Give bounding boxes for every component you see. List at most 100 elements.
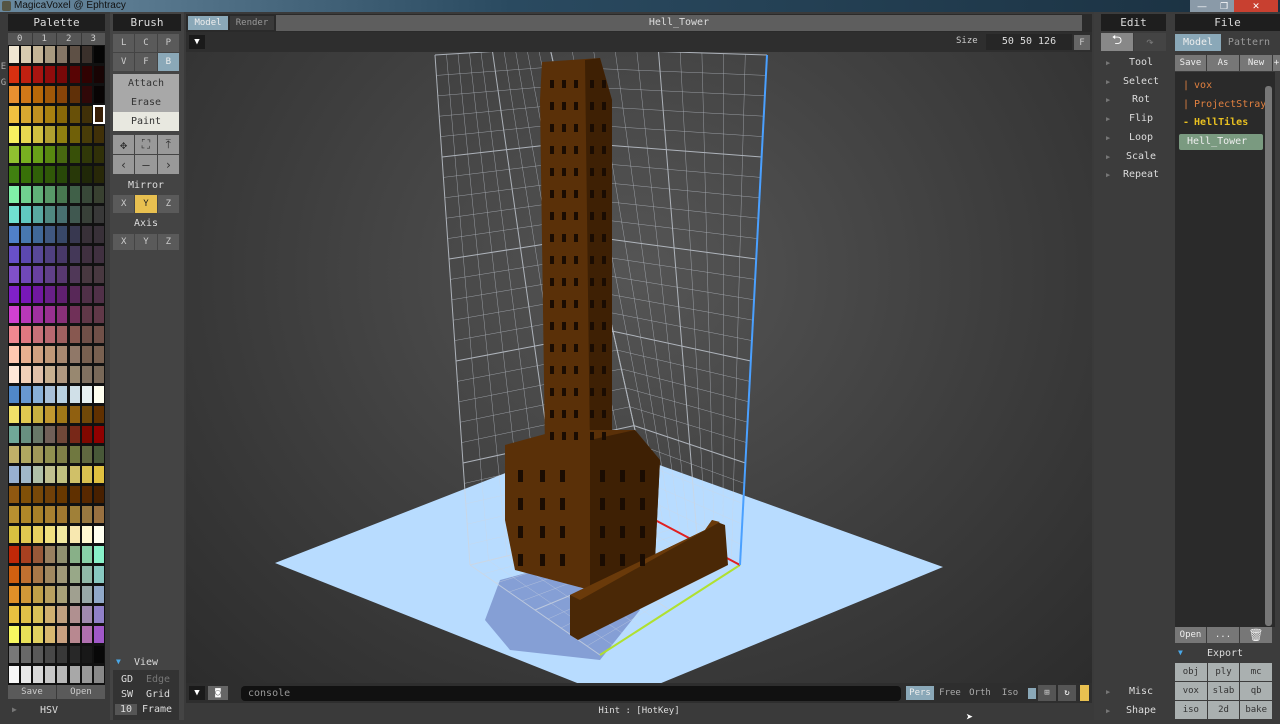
palette-swatch[interactable] (80, 305, 93, 324)
palette-swatch[interactable] (20, 265, 33, 284)
palette-swatch[interactable] (8, 665, 20, 684)
palette-swatch[interactable] (68, 625, 81, 644)
palette-swatch[interactable] (68, 45, 81, 64)
camera-pers-button[interactable]: Pers (906, 686, 934, 700)
palette-swatch[interactable] (44, 45, 57, 64)
palette-swatch[interactable] (68, 445, 81, 464)
palette-side-label-g[interactable]: G (0, 78, 7, 88)
palette-swatch[interactable] (92, 45, 105, 64)
palette-swatch[interactable] (20, 185, 33, 204)
palette-swatch[interactable] (92, 625, 105, 644)
palette-swatch[interactable] (32, 285, 45, 304)
export-bake-button[interactable]: bake (1240, 701, 1272, 719)
mirror-z-toggle[interactable]: Z (157, 195, 179, 213)
palette-swatch[interactable] (32, 425, 45, 444)
palette-swatch[interactable] (8, 405, 20, 424)
palette-swatch[interactable] (32, 125, 45, 144)
palette-swatch[interactable] (92, 485, 105, 504)
palette-swatch[interactable] (20, 345, 33, 364)
palette-swatch[interactable] (68, 125, 81, 144)
palette-page-2[interactable]: 2 (57, 33, 81, 45)
palette-swatch[interactable] (44, 465, 57, 484)
palette-swatch[interactable] (20, 405, 33, 424)
export-qb-button[interactable]: qb (1240, 682, 1272, 700)
redo-button[interactable]: ↷ (1134, 33, 1166, 51)
palette-swatch[interactable] (20, 125, 33, 144)
palette-swatch[interactable] (8, 565, 20, 584)
palette-swatch[interactable] (56, 505, 69, 524)
palette-swatch[interactable] (20, 205, 33, 224)
palette-swatch[interactable] (32, 525, 45, 544)
palette-swatch[interactable] (8, 265, 20, 284)
palette-swatch[interactable] (56, 85, 69, 104)
export-ply-button[interactable]: ply (1207, 663, 1240, 681)
palette-swatch[interactable] (56, 385, 69, 404)
edit-menu-tool[interactable]: ▶ Tool (1102, 54, 1168, 72)
palette-swatch[interactable] (20, 585, 33, 604)
palette-swatch[interactable] (44, 445, 57, 464)
palette-swatch[interactable] (8, 105, 20, 124)
hsv-label[interactable]: HSV (40, 705, 58, 716)
palette-swatch[interactable] (68, 145, 81, 164)
palette-swatch[interactable] (56, 45, 69, 64)
palette-swatch[interactable] (56, 425, 69, 444)
palette-swatch[interactable] (56, 585, 69, 604)
palette-swatch[interactable] (44, 185, 57, 204)
palette-swatch[interactable] (80, 65, 93, 84)
palette-swatch[interactable] (68, 525, 81, 544)
palette-swatch[interactable] (32, 505, 45, 524)
palette-swatch[interactable] (32, 245, 45, 264)
palette-swatch[interactable] (92, 605, 105, 624)
palette-swatch[interactable] (8, 65, 20, 84)
palette-swatch[interactable] (44, 225, 57, 244)
palette-swatch[interactable] (8, 425, 20, 444)
palette-swatch[interactable] (8, 185, 20, 204)
palette-swatch[interactable] (56, 465, 69, 484)
palette-swatch[interactable] (32, 325, 45, 344)
palette-swatch[interactable] (80, 325, 93, 344)
palette-swatch[interactable] (80, 125, 93, 144)
palette-swatch[interactable] (8, 125, 20, 144)
palette-swatch[interactable] (92, 225, 105, 244)
palette-swatch[interactable] (32, 105, 45, 124)
palette-swatch[interactable] (56, 445, 69, 464)
axis-x-button[interactable]: X (113, 234, 135, 250)
palette-swatch-selected[interactable] (92, 105, 105, 124)
palette-swatch[interactable] (20, 625, 33, 644)
palette-swatch[interactable] (32, 385, 45, 404)
camera-free-button[interactable]: Free (936, 686, 964, 700)
view-grid-toggle[interactable]: Grid (139, 689, 177, 700)
palette-swatch[interactable] (68, 105, 81, 124)
palette-swatch[interactable] (68, 565, 81, 584)
palette-swatch[interactable] (56, 65, 69, 84)
palette-swatch[interactable] (68, 65, 81, 84)
palette-swatch[interactable] (32, 365, 45, 384)
view-frame-size[interactable]: 10 (115, 704, 137, 715)
palette-swatch[interactable] (92, 265, 105, 284)
tab-model[interactable]: Model (188, 16, 228, 30)
palette-swatch[interactable] (68, 205, 81, 224)
palette-swatch[interactable] (56, 525, 69, 544)
palette-swatch[interactable] (56, 645, 69, 664)
palette-swatch[interactable] (68, 505, 81, 524)
palette-side-label-e[interactable]: E (0, 62, 7, 72)
palette-swatch[interactable] (80, 385, 93, 404)
palette-swatch[interactable] (80, 225, 93, 244)
palette-swatch[interactable] (20, 285, 33, 304)
palette-swatch[interactable] (20, 145, 33, 164)
palette-swatch[interactable] (80, 145, 93, 164)
palette-swatch[interactable] (92, 305, 105, 324)
palette-swatch[interactable] (20, 305, 33, 324)
palette-swatch[interactable] (80, 405, 93, 424)
export-2d-button[interactable]: 2d (1207, 701, 1240, 719)
palette-swatch[interactable] (44, 345, 57, 364)
palette-swatch[interactable] (20, 365, 33, 384)
palette-swatch[interactable] (68, 545, 81, 564)
palette-swatch[interactable] (44, 105, 57, 124)
palette-swatch[interactable] (92, 165, 105, 184)
palette-swatch[interactable] (92, 665, 105, 684)
palette-swatch[interactable] (20, 85, 33, 104)
palette-swatch[interactable] (44, 85, 57, 104)
palette-swatch[interactable] (56, 565, 69, 584)
palette-swatch[interactable] (20, 325, 33, 344)
